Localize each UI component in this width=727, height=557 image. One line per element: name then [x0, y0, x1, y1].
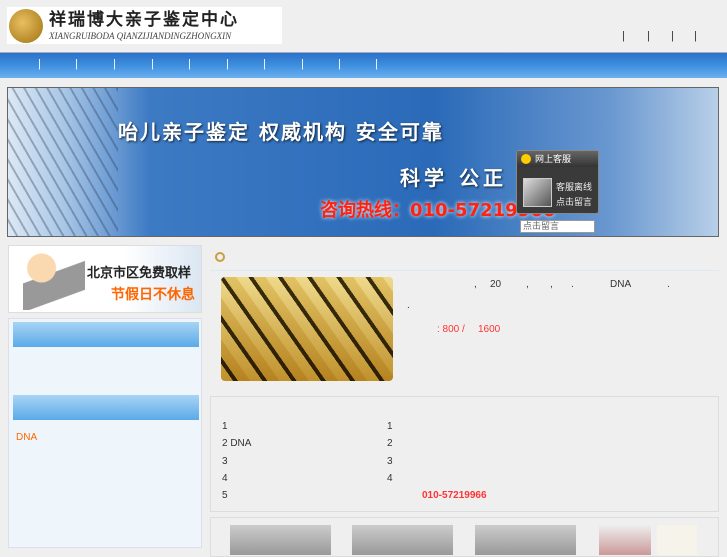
- certificate-photo[interactable]: [657, 525, 697, 555]
- top-link-separator: |: [647, 30, 650, 42]
- price-text: 1600: [478, 324, 501, 335]
- free-sampling-ad[interactable]: 北京市区免费取样 节假日不休息: [8, 245, 202, 313]
- site-logo[interactable]: 祥瑞博大亲子鉴定中心 XIANGRUIBODA QIANZIJIANDINGZH…: [7, 7, 282, 44]
- sidebar-section-header: [13, 322, 199, 347]
- main-nav: | | | | | | | | | |: [0, 52, 727, 78]
- service-title: 网上客服: [535, 154, 572, 164]
- dna-helix-image: [8, 88, 118, 236]
- dna-image: [221, 277, 393, 381]
- intro-text: .: [667, 279, 670, 290]
- online-service-widget[interactable]: 网上客服 客服离线 点击留言: [516, 150, 599, 214]
- intro-text: .: [571, 279, 574, 290]
- agent-avatar: [523, 178, 552, 207]
- list-item[interactable]: 5: [222, 490, 228, 501]
- list-item[interactable]: 1: [222, 421, 228, 432]
- lab-photo[interactable]: [352, 525, 453, 555]
- intro-text: .: [407, 300, 410, 311]
- price-text: : 800 /: [437, 324, 465, 335]
- banner-slogan: 咍儿亲子鉴定 权威机构 安全可靠: [118, 120, 444, 144]
- phone-number: 010-57219966: [422, 490, 487, 501]
- nav-separator: |: [188, 58, 191, 70]
- nav-separator: |: [226, 58, 229, 70]
- nav-separator: |: [75, 58, 78, 70]
- ad-line2: 节假日不休息: [111, 287, 195, 303]
- intro-text: DNA: [610, 279, 632, 290]
- top-link-separator: |: [671, 30, 674, 42]
- leave-message-input[interactable]: 点击留言: [520, 220, 595, 233]
- sidebar-section-header: [13, 395, 199, 420]
- list-item[interactable]: 4: [387, 473, 393, 484]
- list-item[interactable]: 4: [222, 473, 228, 484]
- list-item[interactable]: 3: [222, 456, 228, 467]
- intro-text: ,: [550, 279, 553, 290]
- nav-separator: |: [375, 58, 378, 70]
- logo-title: 祥瑞博大亲子鉴定中心: [49, 9, 239, 30]
- top-link-separator: |: [694, 30, 697, 42]
- hero-banner[interactable]: 咍儿亲子鉴定 权威机构 安全可靠 科学 公正 保密 咨询热线：010-57219…: [7, 87, 719, 237]
- lab-photo[interactable]: [475, 525, 576, 555]
- nav-separator: |: [151, 58, 154, 70]
- photo-gallery: [210, 517, 719, 557]
- leave-message-link[interactable]: 点击留言: [556, 195, 592, 208]
- intro-text: ,: [526, 279, 529, 290]
- service-status: 客服离线: [556, 182, 593, 192]
- nav-separator: |: [301, 58, 304, 70]
- list-item[interactable]: 3: [387, 456, 393, 467]
- intro-text: ,: [474, 279, 477, 290]
- nav-separator: |: [338, 58, 341, 70]
- circle-bullet-icon: [215, 252, 225, 262]
- ad-line1: 北京市区免费取样: [87, 266, 192, 281]
- sidebar-dna-link[interactable]: DNA: [16, 432, 37, 443]
- intro-section-header: [210, 245, 719, 271]
- list-item[interactable]: 2 DNA: [222, 438, 251, 449]
- list-item[interactable]: 2: [387, 438, 393, 449]
- nav-separator: |: [113, 58, 116, 70]
- logo-subtitle: XIANGRUIBODA QIANZIJIANDINGZHONGXIN: [49, 30, 232, 41]
- nav-separator: |: [38, 58, 41, 70]
- doctor-illustration: [23, 250, 85, 310]
- logo-emblem-icon: [9, 8, 43, 43]
- sidebar-box: DNA: [8, 318, 202, 548]
- list-item[interactable]: 1: [387, 421, 393, 432]
- top-link-separator: |: [622, 30, 625, 42]
- qq-icon: [521, 154, 531, 164]
- service-header: 网上客服: [517, 151, 598, 167]
- lab-photo[interactable]: [599, 525, 651, 555]
- lab-photo[interactable]: [230, 525, 331, 555]
- intro-text: 20: [490, 279, 502, 290]
- nav-separator: |: [263, 58, 266, 70]
